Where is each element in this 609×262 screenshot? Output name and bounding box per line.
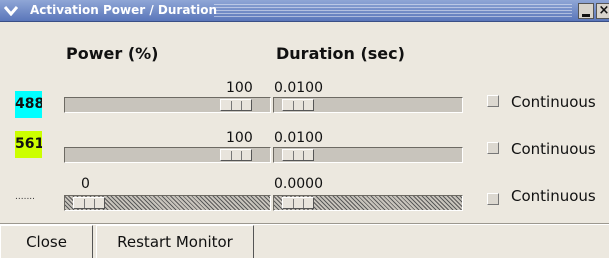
power-value: 100: [226, 130, 253, 146]
laser-label: 488: [15, 91, 42, 118]
window-title: Activation Power / Duration: [30, 3, 218, 17]
activation-window: Activation Power / Duration × Power (%) …: [0, 0, 609, 262]
continuous-label: Continuous: [511, 187, 596, 205]
duration-value: 0.0000: [274, 176, 323, 192]
minimize-button[interactable]: [578, 3, 594, 19]
close-button[interactable]: Close: [0, 225, 93, 259]
power-slider-thumb[interactable]: [220, 99, 252, 111]
continuous-checkbox[interactable]: [487, 95, 499, 107]
power-slider[interactable]: [64, 195, 271, 211]
title-bar-stripes: [214, 4, 572, 18]
window-bottom-edge: [0, 258, 609, 262]
duration-column-header: Duration (sec): [276, 44, 405, 63]
power-slider-thumb[interactable]: [73, 197, 105, 209]
minimize-icon: [582, 14, 590, 17]
power-column-header: Power (%): [66, 44, 159, 63]
duration-slider[interactable]: [273, 147, 463, 163]
duration-value: 0.0100: [274, 80, 323, 96]
chevron-down-icon[interactable]: [0, 0, 22, 22]
duration-slider[interactable]: [273, 195, 463, 211]
duration-slider-thumb[interactable]: [282, 197, 314, 209]
title-bar[interactable]: Activation Power / Duration ×: [0, 0, 609, 22]
duration-slider-thumb[interactable]: [282, 99, 314, 111]
laser-label: 561: [15, 131, 42, 158]
continuous-checkbox[interactable]: [487, 193, 499, 205]
close-icon: ×: [598, 3, 609, 18]
close-window-button[interactable]: ×: [596, 3, 609, 19]
power-slider[interactable]: [64, 147, 271, 163]
power-value: 100: [226, 80, 253, 96]
duration-value: 0.0100: [274, 130, 323, 146]
continuous-checkbox[interactable]: [487, 142, 499, 154]
duration-slider-thumb[interactable]: [282, 149, 314, 161]
continuous-label: Continuous: [511, 140, 596, 158]
restart-monitor-button[interactable]: Restart Monitor: [96, 225, 254, 259]
power-value: 0: [81, 176, 90, 192]
continuous-label: Continuous: [511, 93, 596, 111]
power-slider-thumb[interactable]: [220, 149, 252, 161]
duration-slider[interactable]: [273, 97, 463, 113]
power-slider[interactable]: [64, 97, 271, 113]
laser-label: .......: [15, 184, 42, 211]
